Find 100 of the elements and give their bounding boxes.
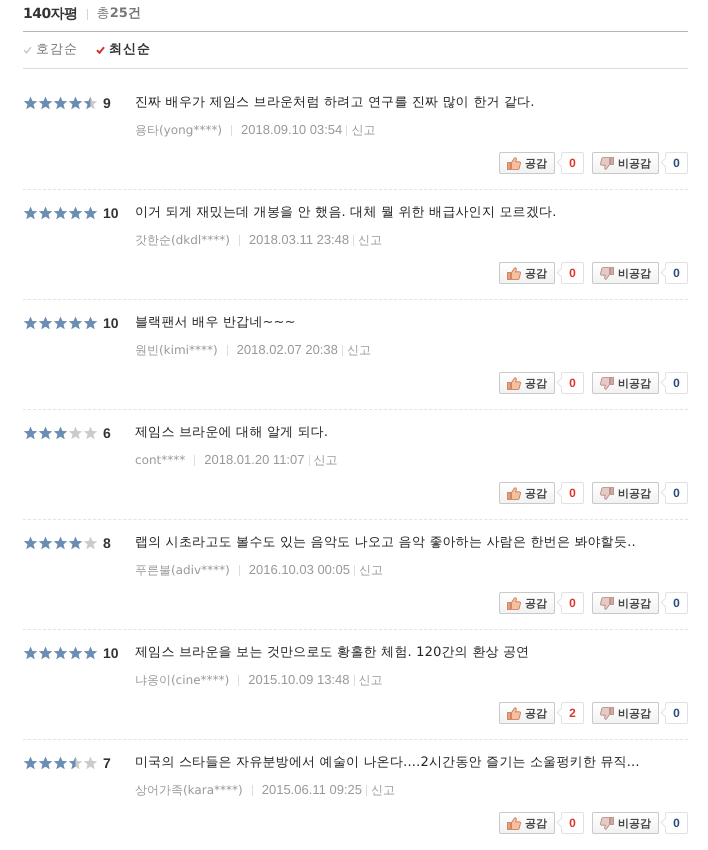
review-date: 2015.06.11 09:25 — [262, 781, 362, 799]
star-icon — [38, 206, 53, 220]
section-title: 140자평 — [23, 5, 78, 23]
review-text: 랩의 시초라고도 볼수도 있는 음악도 나오고 음악 좋아하는 사람은 한번은 봐야할듯.. — [135, 534, 636, 552]
dislike-button[interactable]: 비공감 — [592, 262, 659, 284]
thumbs-up-icon — [507, 376, 521, 390]
like-button[interactable]: 공감 — [499, 482, 555, 504]
half-star-icon — [68, 756, 83, 770]
dislike-count: 0 — [661, 812, 688, 834]
dislike-button[interactable]: 비공감 — [592, 482, 659, 504]
like-button[interactable]: 공감 — [499, 812, 555, 834]
star-icon — [23, 756, 38, 770]
review-date: 2018.01.20 11:07 — [204, 451, 304, 469]
rating-score: 10 — [103, 644, 119, 662]
like-count: 0 — [557, 812, 584, 834]
thumbs-up-icon — [507, 156, 521, 170]
star-icon — [23, 646, 38, 660]
rating-score: 9 — [103, 94, 111, 112]
star-icon — [68, 316, 83, 330]
rating-score: 6 — [103, 424, 111, 442]
star-icon — [53, 536, 68, 550]
sort-option[interactable]: 호감순 — [23, 41, 78, 59]
thumbs-down-icon — [600, 376, 614, 390]
star-icon — [68, 96, 83, 110]
star-icon — [38, 756, 53, 770]
like-button[interactable]: 공감 — [499, 702, 555, 724]
star-icon — [83, 646, 98, 660]
star-icon — [53, 756, 68, 770]
check-icon — [23, 46, 32, 54]
star-icon — [53, 96, 68, 110]
review-date: 2016.10.03 00:05 — [248, 561, 350, 579]
like-button[interactable]: 공감 — [499, 372, 555, 394]
check-icon — [96, 46, 105, 54]
dislike-count: 0 — [661, 592, 688, 614]
star-icon — [53, 646, 68, 660]
star-icon — [53, 206, 68, 220]
star-icon — [83, 316, 98, 330]
dislike-button[interactable]: 비공감 — [592, 812, 659, 834]
dislike-count: 0 — [661, 702, 688, 724]
thumbs-down-icon — [600, 266, 614, 280]
thumbs-up-icon — [507, 706, 521, 720]
author-name: cont**** — [135, 452, 186, 469]
star-icon — [38, 426, 53, 440]
star-icon — [38, 96, 53, 110]
star-icon — [38, 316, 53, 330]
thumbs-down-icon — [600, 486, 614, 500]
review-date: 2018.02.07 20:38 — [236, 341, 338, 359]
star-icon — [23, 206, 38, 220]
like-count: 0 — [557, 592, 584, 614]
dislike-count: 0 — [661, 152, 688, 174]
author-name: 원빈(kimi****) — [135, 342, 218, 359]
thumbs-up-icon — [507, 486, 521, 500]
like-count: 2 — [557, 702, 584, 724]
thumbs-down-icon — [600, 596, 614, 610]
star-icon — [68, 536, 83, 550]
like-count: 0 — [557, 482, 584, 504]
total-count: 총25건 — [96, 5, 141, 23]
author-name: 용타(yong****) — [135, 122, 222, 139]
rating-score: 10 — [103, 204, 119, 222]
author-name: 상어가족(kara****) — [135, 782, 243, 799]
like-button[interactable]: 공감 — [499, 262, 555, 284]
review-text: 블랙팬서 배우 반갑네~~~ — [135, 314, 296, 332]
review-text: 제임스 브라운을 보는 것만으로도 황홀한 체험. 120간의 환상 공연 — [135, 644, 530, 662]
review-text: 이거 되게 재밌는데 개봉을 안 했음. 대체 뭘 위한 배급사인지 모르겠다. — [135, 204, 557, 222]
star-icon — [68, 206, 83, 220]
star-icon — [23, 96, 38, 110]
dislike-count: 0 — [661, 372, 688, 394]
star-icon — [38, 536, 53, 550]
rating-score: 10 — [103, 314, 119, 332]
like-count: 0 — [557, 372, 584, 394]
thumbs-down-icon — [600, 706, 614, 720]
dislike-button[interactable]: 비공감 — [592, 372, 659, 394]
thumbs-up-icon — [507, 816, 521, 830]
star-icon — [68, 646, 83, 660]
thumbs-up-icon — [507, 596, 521, 610]
author-name: 냐옹이(cine****) — [135, 672, 230, 689]
review-date: 2015.10.09 13:48 — [248, 671, 350, 689]
review-text: 미국의 스타들은 자유분방에서 예술이 나온다....2시간동안 즐기는 소울펑키한 뮤직... — [135, 754, 640, 772]
review-text: 진짜 배우가 제임스 브라운처럼 하려고 연구를 진짜 많이 한거 같다. — [135, 94, 535, 112]
author-name: 갓한순(dkdl****) — [135, 232, 230, 249]
thumbs-down-icon — [600, 156, 614, 170]
sort-option[interactable]: 최신순 — [96, 41, 151, 59]
star-icon — [23, 316, 38, 330]
dislike-button[interactable]: 비공감 — [592, 592, 659, 614]
like-count: 0 — [557, 262, 584, 284]
dislike-count: 0 — [661, 262, 688, 284]
half-star-icon — [83, 96, 98, 110]
dislike-count: 0 — [661, 482, 688, 504]
thumbs-down-icon — [600, 816, 614, 830]
like-button[interactable]: 공감 — [499, 152, 555, 174]
rating-score: 7 — [103, 754, 111, 772]
star-icon — [23, 536, 38, 550]
review-date: 2018.09.10 03:54 — [241, 121, 342, 139]
star-icon — [23, 426, 38, 440]
dislike-button[interactable]: 비공감 — [592, 702, 659, 724]
like-count: 0 — [557, 152, 584, 174]
like-button[interactable]: 공감 — [499, 592, 555, 614]
rating-score: 8 — [103, 534, 111, 552]
dislike-button[interactable]: 비공감 — [592, 152, 659, 174]
thumbs-up-icon — [507, 266, 521, 280]
